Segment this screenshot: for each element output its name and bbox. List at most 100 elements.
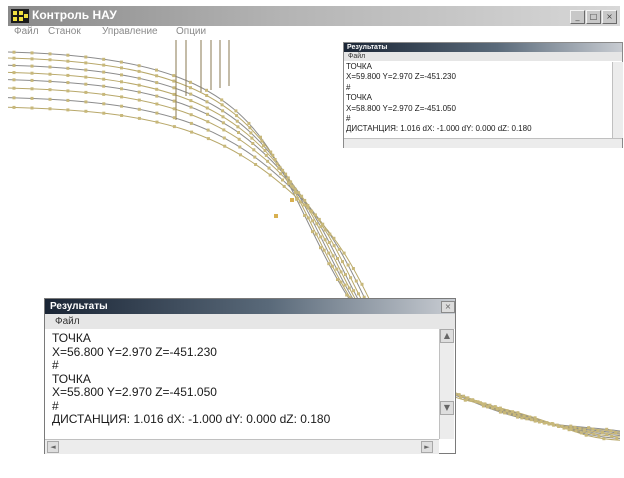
toolpath-point [48,97,52,101]
toolpath-point [282,184,286,188]
toolpath-point [281,178,284,182]
results-large-line: X=55.800 Y=2.970 Z=-451.050 [52,385,217,399]
results-large-close-icon[interactable]: × [441,301,455,313]
toolpath-point [462,394,466,398]
toolpath-point [237,137,241,141]
toolpath-point [120,95,124,99]
toolpath-point [137,98,141,102]
toolpath-point [102,57,106,61]
toolpath-point [234,109,238,113]
toolpath-point [569,424,573,428]
toolpath-point [349,276,353,280]
toolpath-point [313,213,317,217]
toolpath-point [476,400,480,404]
toolpath-point [155,120,159,124]
toolpath-point [247,121,251,125]
results-large-line: ТОЧКА [52,332,91,345]
toolpath-point [291,185,295,189]
toolpath-point [251,142,255,145]
toolpath-point [331,254,335,258]
toolpath-point [155,102,159,106]
toolpath-point [137,116,141,120]
toolpath-point [12,86,16,90]
results-small-vscroll[interactable] [612,62,623,138]
toolpath-highlight-point [290,198,294,202]
toolpath-point [262,144,265,148]
scroll-right-icon[interactable]: ► [421,441,433,453]
toolpath-point [137,90,141,94]
toolpath-point [155,111,159,115]
toolpath-point [600,431,604,434]
toolpath-point [66,89,70,93]
toolpath-point [189,113,193,117]
toolpath-point [12,96,16,100]
toolpath-point [573,425,577,429]
toolpath-point [264,153,268,157]
toolpath-point [30,78,34,82]
toolpath-point [459,395,463,399]
toolpath-point [12,63,16,67]
toolpath-point [296,196,300,200]
toolpath-point [172,116,176,120]
toolpath-point [30,64,34,68]
results-large-menu-file[interactable]: Файл [55,316,80,327]
toolpath-point [277,166,281,170]
toolpath-point [578,427,582,431]
toolpath-point [332,236,336,240]
toolpath-point [221,121,225,125]
toolpath-point [306,204,310,207]
menu-file[interactable]: Файл [14,26,39,37]
toolpath-point [351,267,355,270]
toolpath-point [343,283,347,287]
toolpath-point [530,418,534,422]
scroll-down-icon[interactable]: ▼ [440,401,454,415]
window-title: Контроль НАУ [32,8,117,22]
scroll-up-icon[interactable]: ▲ [440,329,454,343]
close-icon[interactable]: × [602,10,617,24]
toolpath-point [583,428,586,432]
toolpath-point [321,222,325,226]
toolpath-point [66,59,70,63]
results-small-hscroll[interactable] [344,138,622,148]
results-large-line: # [52,358,59,372]
application-window: Контроль НАУ _ □ × Файл Станок Управлени… [0,0,624,478]
toolpath-point [259,135,262,139]
toolpath-point [284,172,288,176]
menu-options[interactable]: Опции [176,26,206,37]
menu-machine[interactable]: Станок [48,26,81,37]
toolpath-point [172,74,176,78]
toolpath-point [188,80,192,84]
minimize-icon[interactable]: _ [570,10,585,24]
toolpath-point [205,106,209,110]
toolpath-point [172,86,176,90]
results-large-vscroll[interactable]: ▲ ▼ [439,329,454,439]
scroll-left-icon[interactable]: ◄ [47,441,59,453]
toolpath-point [281,168,285,172]
toolpath-point [591,427,595,431]
toolpath-point [102,102,106,106]
toolpath-point [102,92,106,96]
toolpath-point [205,100,209,104]
toolpath-point [298,200,302,204]
toolpath-point [314,232,318,236]
toolpath-point [102,84,106,88]
toolpath-point [155,68,158,72]
maximize-icon[interactable]: □ [586,10,601,24]
toolpath-point [205,88,208,92]
toolpath-point [311,230,314,234]
toolpath-point [279,172,283,176]
toolpath-point [328,232,332,236]
results-large-line: ДИСТАНЦИЯ: 1.016 dX: -1.000 dY: 0.000 dZ… [52,412,331,426]
toolpath-point [466,396,470,400]
toolpath-point [172,92,176,96]
results-window-large: Результаты × Файл ТОЧКА X=56.800 Y=2.970… [44,298,456,454]
toolpath-point [12,50,16,54]
toolpath-point [237,131,240,134]
results-large-hscroll[interactable]: ◄ ► [45,439,439,454]
toolpath-point [463,398,467,402]
toolpath-point [189,99,193,103]
toolpath-point [335,267,339,271]
menu-control[interactable]: Управление [102,26,158,37]
toolpath-point [172,107,176,111]
results-small-menu-file[interactable]: Файл [348,53,365,60]
